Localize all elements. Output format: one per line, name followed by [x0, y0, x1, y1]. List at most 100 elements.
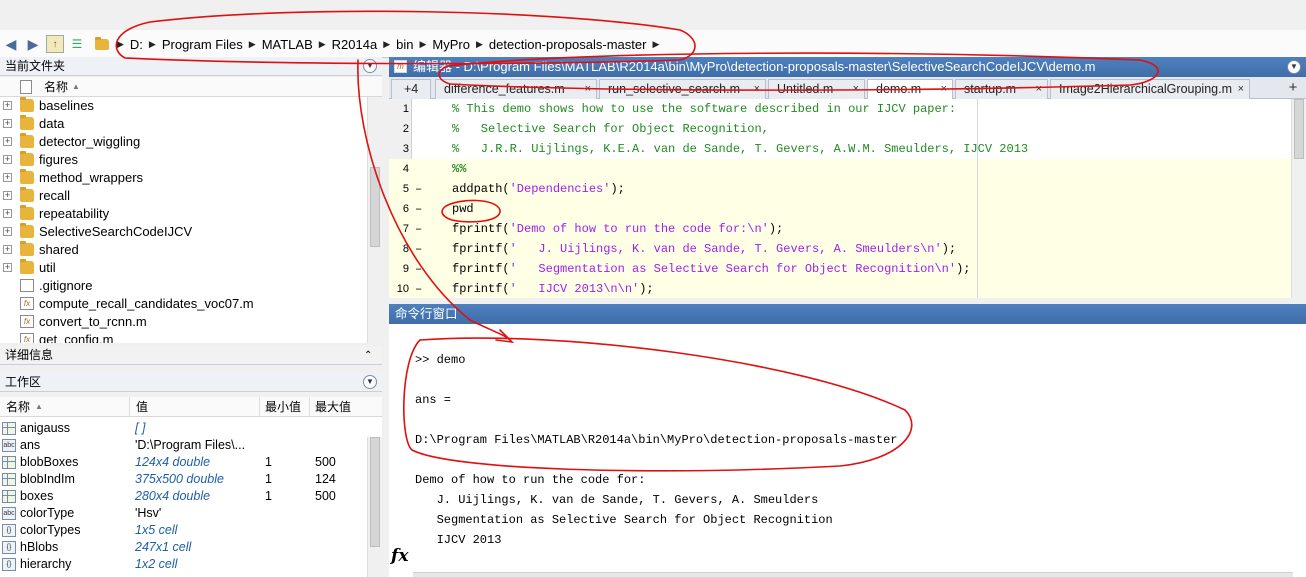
- breadcrumb-item[interactable]: D:: [125, 37, 148, 52]
- details-header[interactable]: 详细信息 ⌃: [0, 346, 382, 365]
- fx-function-icon[interactable]: fx: [391, 546, 408, 566]
- file-list-item[interactable]: + method_wrappers: [0, 169, 382, 187]
- workspace-scrollbar-thumb[interactable]: [370, 437, 380, 547]
- command-window[interactable]: >> demo ans = D:\Program Files\MATLAB\R2…: [389, 324, 1306, 577]
- expand-folder-icon[interactable]: +: [3, 173, 12, 182]
- breadcrumb-separator-icon[interactable]: ▶: [318, 39, 327, 50]
- close-tab-icon[interactable]: ×: [1036, 80, 1042, 98]
- breadcrumb-item[interactable]: R2014a: [327, 37, 383, 52]
- editor-tab[interactable]: Untitled.m ×: [768, 79, 865, 99]
- breadcrumb-item[interactable]: MyPro: [427, 37, 475, 52]
- workspace-row[interactable]: abc colorType 'Hsv': [0, 505, 382, 522]
- pane-menu-icon[interactable]: ▼: [363, 59, 377, 73]
- file-list-item[interactable]: + detector_wiggling: [0, 133, 382, 151]
- editor-tab[interactable]: difference_features.m ×: [435, 79, 597, 99]
- file-list-item[interactable]: + data: [0, 115, 382, 133]
- breakpoint-marker[interactable]: –: [415, 199, 422, 219]
- tab-overflow[interactable]: +4: [391, 79, 431, 99]
- code-line[interactable]: 2 % Selective Search for Object Recogniti…: [389, 119, 1306, 139]
- expand-folder-icon[interactable]: +: [3, 137, 12, 146]
- browse-folder-icon[interactable]: ☰: [68, 35, 86, 53]
- file-list-item[interactable]: + baselines: [0, 97, 382, 115]
- file-list-item[interactable]: fx compute_recall_candidates_voc07.m: [0, 295, 382, 313]
- editor-scrollbar-thumb[interactable]: [1294, 99, 1304, 159]
- breadcrumb-separator-icon[interactable]: ▶: [148, 39, 157, 50]
- close-tab-icon[interactable]: ×: [585, 80, 591, 98]
- expand-folder-icon[interactable]: +: [3, 119, 12, 128]
- expand-icon[interactable]: ⌃: [364, 346, 372, 365]
- breakpoint-marker[interactable]: –: [415, 279, 422, 298]
- expand-folder-icon[interactable]: +: [3, 227, 12, 236]
- ws-col-value[interactable]: 值: [136, 397, 148, 417]
- breadcrumb-separator-icon[interactable]: ▶: [116, 39, 125, 50]
- editor-tab[interactable]: demo.m ×: [867, 79, 953, 99]
- close-tab-icon[interactable]: ×: [853, 80, 859, 98]
- file-list-item[interactable]: .gitignore: [0, 277, 382, 295]
- file-scrollbar-thumb[interactable]: [370, 167, 380, 247]
- workspace-row[interactable]: abc ans 'D:\Program Files\...: [0, 437, 382, 454]
- back-arrow-icon[interactable]: ◀: [2, 35, 20, 53]
- file-list-item[interactable]: fx convert_to_rcnn.m: [0, 313, 382, 331]
- expand-folder-icon[interactable]: +: [3, 263, 12, 272]
- expand-folder-icon[interactable]: +: [3, 191, 12, 200]
- code-line[interactable]: 7– fprintf('Demo of how to run the code f…: [389, 219, 1306, 239]
- editor-tab[interactable]: Image2HierarchicalGrouping.m ×: [1050, 79, 1250, 99]
- ws-col-max[interactable]: 最大值: [315, 397, 351, 417]
- workspace-scrollbar[interactable]: [367, 437, 382, 577]
- breakpoint-marker[interactable]: –: [415, 219, 422, 239]
- expand-folder-icon[interactable]: +: [3, 155, 12, 164]
- breadcrumb-separator-icon[interactable]: ▶: [248, 39, 257, 50]
- expand-folder-icon[interactable]: +: [3, 209, 12, 218]
- workspace-row[interactable]: anigauss [ ]: [0, 420, 382, 437]
- editor-menu-icon[interactable]: ▼: [1287, 60, 1301, 74]
- ws-col-min[interactable]: 最小值: [265, 397, 301, 417]
- file-list-item[interactable]: fx get_config.m: [0, 331, 382, 343]
- ws-col-name[interactable]: 名称: [6, 397, 30, 417]
- workspace-row[interactable]: blobIndIm 375x500 double 1 124: [0, 471, 382, 488]
- workspace-row[interactable]: {} hierarchy 1x2 cell: [0, 556, 382, 573]
- workspace-row[interactable]: {} colorTypes 1x5 cell: [0, 522, 382, 539]
- editor-scrollbar[interactable]: [1291, 99, 1306, 298]
- forward-arrow-icon[interactable]: ▶: [24, 35, 42, 53]
- breadcrumb-item[interactable]: MATLAB: [257, 37, 318, 52]
- workspace-column-header[interactable]: 名称 ▲ 值 最小值 最大值: [0, 397, 382, 417]
- breadcrumb-item[interactable]: bin: [391, 37, 418, 52]
- file-list-item[interactable]: + util: [0, 259, 382, 277]
- code-line[interactable]: 1 % This demo shows how to use the softwa…: [389, 99, 1306, 119]
- file-list-item[interactable]: + shared: [0, 241, 382, 259]
- breadcrumb[interactable]: ▶ D: ▶ Program Files ▶ MATLAB ▶ R2014a ▶ bin ▶ MyPr…: [116, 34, 660, 54]
- breadcrumb-separator-icon[interactable]: ▶: [419, 39, 428, 50]
- workspace-row[interactable]: boxes 280x4 double 1 500: [0, 488, 382, 505]
- workspace-row[interactable]: {} hBlobs 247x1 cell: [0, 539, 382, 556]
- code-line[interactable]: 9– fprintf(' Segmentation as Selective Se…: [389, 259, 1306, 279]
- breadcrumb-item[interactable]: detection-proposals-master: [484, 37, 652, 52]
- breadcrumb-separator-icon[interactable]: ▶: [382, 39, 391, 50]
- breakpoint-marker[interactable]: –: [415, 239, 422, 259]
- file-list-item[interactable]: + repeatability: [0, 205, 382, 223]
- up-folder-icon[interactable]: ↑: [46, 35, 64, 53]
- workspace-row[interactable]: blobBoxes 124x4 double 1 500: [0, 454, 382, 471]
- code-line[interactable]: 8– fprintf(' J. Uijlings, K. van de Sande…: [389, 239, 1306, 259]
- file-list-item[interactable]: + SelectiveSearchCodeIJCV: [0, 223, 382, 241]
- expand-folder-icon[interactable]: +: [3, 101, 12, 110]
- file-list-item[interactable]: + figures: [0, 151, 382, 169]
- breadcrumb-item[interactable]: Program Files: [157, 37, 248, 52]
- close-tab-icon[interactable]: ×: [754, 80, 760, 98]
- code-line[interactable]: 3 % J.R.R. Uijlings, K.E.A. van de Sande,…: [389, 139, 1306, 159]
- workspace-menu-icon[interactable]: ▼: [363, 375, 377, 389]
- breakpoint-marker[interactable]: –: [415, 179, 422, 199]
- code-line[interactable]: 4%%: [389, 159, 1306, 179]
- code-editor[interactable]: 1 % This demo shows how to use the softwa…: [389, 99, 1306, 298]
- breadcrumb-separator-icon[interactable]: ▶: [475, 39, 484, 50]
- code-line[interactable]: 10– fprintf(' IJCV 2013\n\n');: [389, 279, 1306, 298]
- breakpoint-marker[interactable]: –: [415, 259, 422, 279]
- code-line[interactable]: 6– pwd: [389, 199, 1306, 219]
- breadcrumb-separator-icon[interactable]: ▶: [651, 39, 660, 50]
- command-hscrollbar[interactable]: [413, 572, 1293, 577]
- expand-folder-icon[interactable]: +: [3, 245, 12, 254]
- file-column-header[interactable]: 名称 ▲: [0, 77, 382, 97]
- file-scrollbar[interactable]: [367, 97, 382, 343]
- close-tab-icon[interactable]: ×: [941, 80, 947, 98]
- editor-tab[interactable]: startup.m ×: [955, 79, 1048, 99]
- code-line[interactable]: 5– addpath('Dependencies');: [389, 179, 1306, 199]
